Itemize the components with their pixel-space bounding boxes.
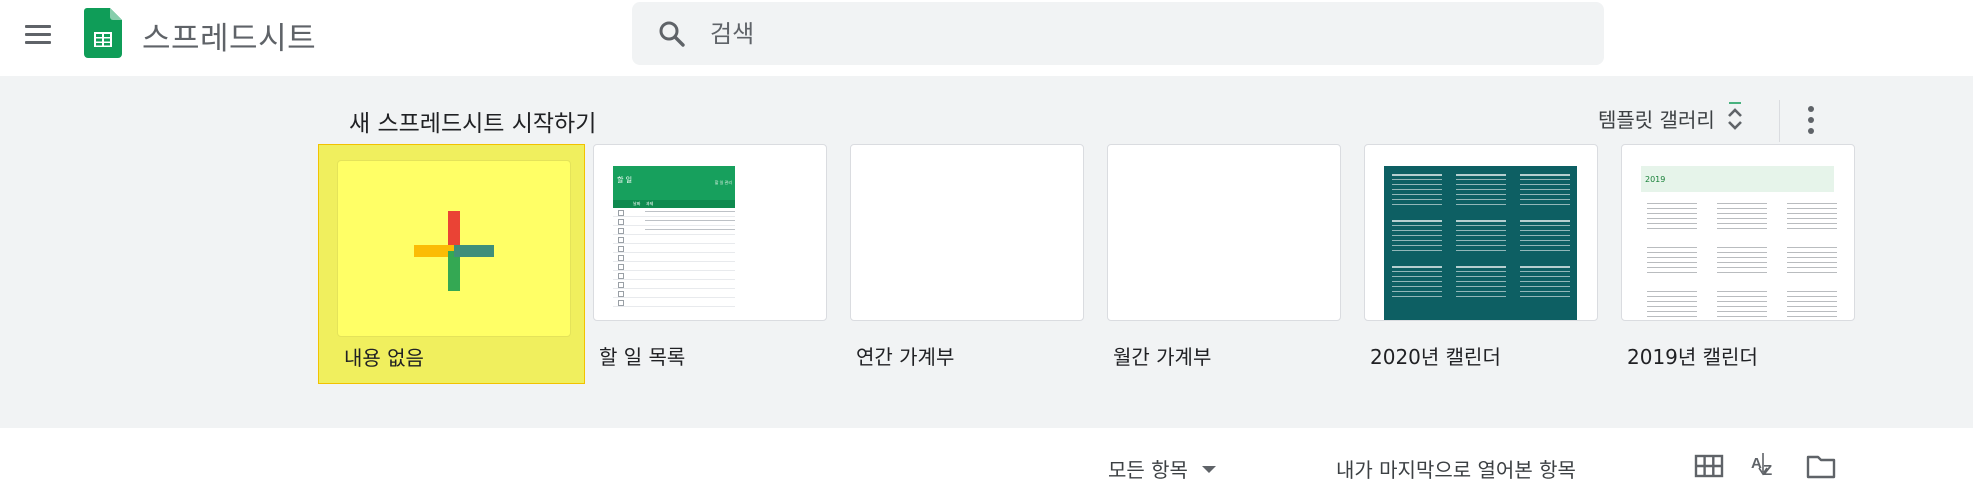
folder-picker-icon[interactable] [1805,450,1837,482]
template-annual-budget-thumbnail[interactable] [850,144,1084,321]
template-monthly-budget-thumbnail[interactable] [1107,144,1341,321]
calendar-2019-year: 2019 [1641,166,1834,192]
template-todo-thumbnail[interactable]: 할 일 할 일 관리 날짜 과제 [593,144,827,321]
todo-preview-title: 할 일 [617,176,633,184]
search-input[interactable] [710,17,1570,51]
plus-icon [414,211,494,291]
sort-by-last-opened[interactable]: 내가 마지막으로 열어본 항목 [1336,454,1576,483]
document-list-toolbar: 모든 항목 내가 마지막으로 열어본 항목 A Z [0,428,1973,484]
main-menu-icon[interactable] [22,18,54,50]
header-divider [1779,100,1780,142]
todo-preview: 할 일 할 일 관리 날짜 과제 [613,166,735,316]
template-gallery-toggle[interactable]: 템플릿 갤러리 [1598,98,1747,138]
template-gallery-section: 새 스프레드시트 시작하기 템플릿 갤러리 내용 없음 할 일 할 일 관리 날… [0,76,1973,428]
sort-az-icon[interactable]: A Z [1749,450,1781,482]
template-label: 할 일 목록 [599,345,686,369]
template-label: 연간 가계부 [856,345,955,369]
template-label: 월간 가계부 [1113,345,1212,369]
template-blank-thumbnail[interactable] [337,160,571,337]
template-label: 2020년 캘린더 [1370,345,1501,369]
todo-col-task: 과제 [646,201,654,206]
template-label: 내용 없음 [344,346,424,370]
search-bar[interactable] [632,2,1604,65]
template-blank[interactable]: 내용 없음 [318,144,585,384]
more-options-icon[interactable] [1796,102,1826,138]
owner-filter-label: 모든 항목 [1108,458,1188,482]
template-2019-calendar-thumbnail[interactable]: 2019 [1621,144,1855,321]
unfold-icon [1727,102,1742,130]
gallery-heading: 새 스프레드시트 시작하기 [349,111,597,137]
todo-col-date: 날짜 [633,201,641,206]
top-header: 스프레드시트 [0,0,1973,76]
todo-preview-right-title: 할 일 관리 [714,180,732,185]
search-icon[interactable] [656,18,688,50]
calendar-2019-preview: 2019 [1641,166,1837,320]
template-gallery-label: 템플릿 갤러리 [1598,107,1715,132]
owner-filter-dropdown[interactable]: 모든 항목 [1108,454,1216,483]
template-label: 2019년 캘린더 [1627,345,1758,369]
app-title[interactable]: 스프레드시트 [142,13,316,58]
calendar-2020-preview [1384,166,1577,320]
grid-view-icon[interactable] [1693,450,1725,482]
sheets-logo-icon[interactable] [84,8,122,58]
template-2020-calendar-thumbnail[interactable] [1364,144,1598,321]
dropdown-arrow-icon [1201,466,1216,473]
